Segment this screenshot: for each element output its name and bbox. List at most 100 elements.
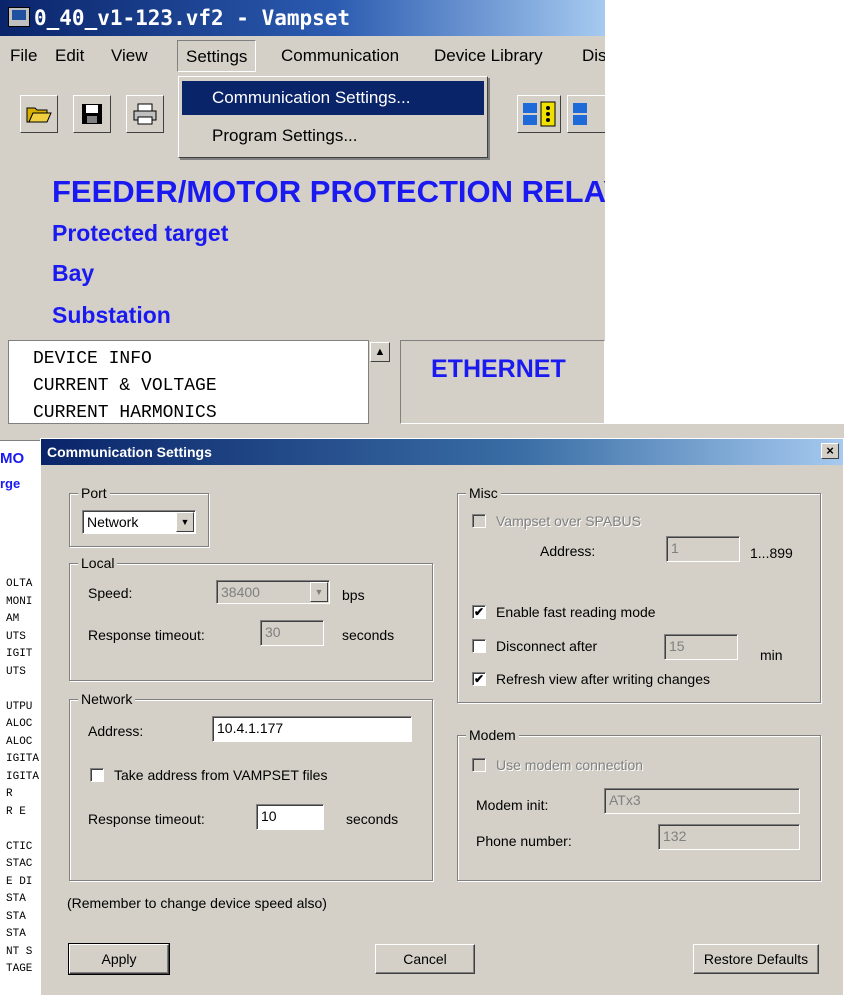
- modem-init-label: Modem init:: [476, 797, 549, 813]
- list-item[interactable]: CURRENT HARMONICS: [33, 403, 217, 423]
- local-timeout-unit: seconds: [342, 627, 395, 643]
- menu-item-communication-settings[interactable]: Communication Settings...: [182, 81, 484, 115]
- disconnect-field[interactable]: 15: [664, 634, 738, 660]
- network-timeout-input[interactable]: 10: [256, 804, 324, 830]
- bg-list-row: STAC: [6, 858, 33, 870]
- restore-defaults-button[interactable]: Restore Defaults: [693, 944, 819, 974]
- speed-select[interactable]: 38400 ▼: [216, 580, 330, 604]
- bg-list-row: MONI: [6, 595, 33, 608]
- phone-number-field[interactable]: 132: [658, 824, 800, 850]
- misc-legend: Misc: [466, 485, 501, 501]
- refresh-view-checkbox[interactable]: ✔: [472, 672, 486, 686]
- disconnect-unit: min: [760, 647, 783, 663]
- take-address-label: Take address from VAMPSET files: [114, 767, 328, 783]
- menu-device-library[interactable]: Device Library: [434, 36, 543, 76]
- bg-list-row: TAGE: [6, 963, 33, 975]
- network-legend: Network: [78, 691, 136, 707]
- local-timeout-field[interactable]: 30: [260, 620, 324, 646]
- disconnect-checkbox[interactable]: [472, 639, 486, 653]
- cancel-button[interactable]: Cancel: [375, 944, 475, 974]
- modem-init-field[interactable]: ATx3: [604, 788, 800, 814]
- communication-settings-dialog: Communication Settings × Port Network ▼ …: [40, 438, 844, 996]
- local-legend: Local: [78, 555, 118, 571]
- bg-list-row: UTS: [6, 665, 26, 678]
- bg-list-row: IGIT: [6, 648, 33, 660]
- spabus-label: Vampset over SPABUS: [496, 513, 641, 529]
- speed-label: Speed:: [88, 585, 133, 601]
- relay-config-icon[interactable]: [517, 95, 561, 133]
- network-group: Network Address: 10.4.1.177 Take address…: [69, 691, 433, 881]
- window-title-bar: 0_40_v1-123.vf2 - Vampset: [0, 0, 605, 36]
- use-modem-checkbox[interactable]: [472, 758, 486, 772]
- background-left-list: MO rge OLTA MONI AM UTS IGIT UTS UTPU ALOC ALOC I…: [0, 440, 40, 996]
- folder-open-icon[interactable]: [20, 95, 58, 133]
- dialog-title-bar: Communication Settings ×: [41, 439, 843, 465]
- bg-list-row: NT S: [6, 945, 33, 958]
- modem-group: Modem Use modem connection Modem init: A…: [457, 727, 821, 881]
- bg-list-row: OLTA: [6, 578, 33, 590]
- misc-address-field[interactable]: 1: [666, 536, 740, 562]
- chevron-down-icon[interactable]: ▼: [310, 582, 328, 602]
- speed-unit: bps: [342, 587, 365, 603]
- fast-reading-checkbox[interactable]: ✔: [472, 605, 486, 619]
- ethernet-title: ETHERNET: [431, 355, 566, 383]
- list-item[interactable]: DEVICE INFO: [33, 349, 152, 369]
- menu-item-program-settings[interactable]: Program Settings...: [182, 119, 484, 153]
- network-timeout-unit: seconds: [346, 811, 399, 827]
- bg-heading: rge: [0, 476, 21, 491]
- bg-list-row: STA: [6, 893, 26, 905]
- vampset-window: 0_40_v1-123.vf2 - Vampset File Edit View…: [0, 0, 605, 424]
- ethernet-panel: ETHERNET: [400, 340, 605, 424]
- speed-select-value: 38400: [221, 584, 260, 600]
- relay-config-icon-2[interactable]: [567, 95, 605, 133]
- fast-reading-label: Enable fast reading mode: [496, 604, 656, 620]
- bg-list-row: IGITA: [6, 770, 40, 783]
- port-legend: Port: [78, 485, 110, 501]
- network-address-label: Address:: [88, 723, 144, 739]
- menu-bar: File Edit View Settings Communication De…: [0, 36, 605, 76]
- network-timeout-label: Response timeout:: [88, 811, 205, 827]
- bg-list-row: R: [6, 788, 13, 800]
- apply-button[interactable]: Apply: [68, 943, 170, 975]
- use-modem-label: Use modem connection: [496, 757, 644, 773]
- bg-heading: MO: [0, 450, 25, 467]
- menu-settings[interactable]: Settings: [177, 40, 257, 72]
- chevron-down-icon[interactable]: ▼: [176, 512, 194, 532]
- menu-view[interactable]: View: [111, 36, 148, 76]
- port-select-value: Network: [87, 514, 139, 530]
- bg-list-row: ALOC: [6, 735, 33, 748]
- port-select[interactable]: Network ▼: [82, 510, 196, 534]
- menu-edit[interactable]: Edit: [55, 36, 84, 76]
- bg-list-row: IGITA: [6, 753, 40, 765]
- list-item[interactable]: CURRENT & VOLTAGE: [33, 376, 217, 396]
- take-address-checkbox[interactable]: [90, 768, 104, 782]
- close-icon[interactable]: ×: [821, 443, 839, 459]
- bg-list-row: STA: [6, 928, 26, 940]
- bg-list-row: UTPU: [6, 700, 33, 713]
- menu-tree-list: DEVICE INFO CURRENT & VOLTAGE CURRENT HA…: [8, 340, 388, 424]
- bg-list-row: ALOC: [6, 718, 33, 730]
- refresh-view-label: Refresh view after writing changes: [496, 671, 710, 687]
- local-group: Local Speed: 38400 ▼ bps Response timeou…: [69, 555, 433, 681]
- scroll-up-icon[interactable]: ▲: [370, 342, 390, 362]
- disconnect-label: Disconnect after: [496, 638, 598, 654]
- phone-number-label: Phone number:: [476, 833, 572, 849]
- settings-dropdown-menu: Communication Settings... Program Settin…: [178, 76, 488, 158]
- device-title: FEEDER/MOTOR PROTECTION RELAY: [52, 174, 605, 209]
- network-address-input[interactable]: 10.4.1.177: [212, 716, 412, 742]
- dialog-title: Communication Settings: [47, 444, 212, 460]
- spabus-checkbox[interactable]: [472, 514, 486, 528]
- printer-icon[interactable]: [126, 95, 164, 133]
- window-title: 0_40_v1-123.vf2 - Vampset: [34, 6, 351, 30]
- misc-address-range: 1...899: [750, 545, 793, 561]
- list-scrollbar[interactable]: ▲: [368, 340, 391, 424]
- bay-label: Bay: [52, 260, 95, 286]
- bg-list-row: AM: [6, 613, 20, 625]
- menu-file[interactable]: File: [10, 36, 37, 76]
- app-icon: [8, 7, 30, 27]
- bg-list-row: R E: [6, 805, 26, 818]
- menu-communication[interactable]: Communication: [281, 36, 399, 76]
- floppy-disk-icon[interactable]: [73, 95, 111, 133]
- menu-dis[interactable]: Dis: [582, 36, 605, 76]
- bg-list-row: CTIC: [6, 840, 33, 853]
